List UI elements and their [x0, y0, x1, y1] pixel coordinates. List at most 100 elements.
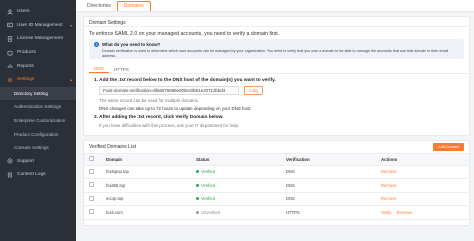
sidebar-subitem-label: Enterprise Customization: [14, 118, 66, 124]
verify-link[interactable]: Verify: [381, 210, 391, 215]
help-note: If you have difficulties with this proce…: [99, 123, 240, 128]
copy-button[interactable]: Copy: [244, 86, 263, 95]
table-row: foxit.com Unverified HTTPS Verify Remove: [84, 205, 469, 220]
domain-cell: foxit.com: [106, 205, 196, 220]
sidebar-subitem-label: Console Settings: [14, 145, 49, 151]
chevron-down-icon: ▾: [69, 22, 72, 28]
remove-link[interactable]: Remove: [396, 210, 412, 215]
table-header-row: Domain Status Verification Actions: [84, 154, 469, 166]
license-icon: [6, 35, 13, 42]
sidebar-item-label: User ID Management: [17, 22, 63, 28]
domain-settings-card: Domain Settings To enforce SAML 2.0 on y…: [83, 16, 470, 136]
tab-domains[interactable]: Domains: [116, 1, 151, 11]
step-two-instruction: 2. After adding the .txt record, click V…: [94, 115, 224, 120]
sidebar-item-products[interactable]: Products: [0, 46, 76, 60]
status-label: Unverified: [201, 209, 220, 215]
verification-cell: HTTPS: [286, 205, 381, 220]
sidebar-item-users[interactable]: Users: [0, 5, 76, 19]
info-header: ? What do you need to know?: [94, 42, 459, 47]
sidebar: Users User ID Management ▾ License Manag…: [0, 0, 76, 241]
status-dot: [196, 197, 199, 201]
sidebar-item-label: Users: [17, 9, 30, 15]
info-box: ? What do you need to know? Domain verif…: [89, 39, 464, 59]
gear-icon: [6, 76, 13, 83]
sidebar-item-settings[interactable]: Settings ▴: [0, 73, 76, 87]
domain-settings-title: Domain Settings: [84, 17, 469, 27]
tab-bar: Directories Domains: [76, 0, 474, 12]
row-checkbox[interactable]: [89, 209, 94, 215]
row-checkbox[interactable]: [89, 195, 94, 201]
sidebar-item-label: Support: [17, 158, 34, 164]
sidebar-subitem-authentication-settings[interactable]: Authentication Settings: [0, 100, 76, 114]
sidebar-item-content-logs[interactable]: Content Logs: [0, 168, 76, 182]
main-content: Directories Domains Domain Settings To e…: [76, 0, 474, 241]
sidebar-item-label: Products: [17, 50, 36, 56]
status-badge: Verified: [196, 183, 215, 188]
row-checkbox[interactable]: [89, 182, 94, 188]
chart-icon: [6, 63, 13, 70]
status-dot: [196, 210, 199, 214]
txt-record-field[interactable]: Foxit-domain-verification=8fa6076699e000…: [99, 86, 239, 95]
tab-directories[interactable]: Directories: [81, 1, 117, 11]
column-status: Status: [196, 154, 286, 166]
id-card-icon: [6, 22, 13, 29]
sidebar-item-support[interactable]: Support: [0, 155, 76, 169]
record-note: The same record can be used for multiple…: [99, 98, 200, 103]
remove-link[interactable]: Remove: [381, 169, 397, 174]
sidebar-item-license-management[interactable]: License Management: [0, 32, 76, 46]
status-badge: Unverified: [196, 210, 220, 215]
sidebar-subitem-label: Product Configuration: [14, 131, 59, 137]
question-icon: ?: [94, 42, 99, 47]
sidebar-subitem-label: Directory Setting: [14, 90, 48, 96]
table-row: ecorp.top Verified DNS Remove: [84, 192, 469, 206]
domain-cell: ecorp.top: [106, 192, 196, 206]
select-all-checkbox[interactable]: [89, 156, 94, 162]
add-domain-button[interactable]: Add Domain: [433, 143, 464, 151]
dns-delay-note: DNS changes can take up to 72 hours to u…: [99, 106, 252, 111]
status-label: Verified: [201, 169, 215, 175]
status-badge: Verified: [196, 196, 215, 201]
column-domain: Domain: [106, 154, 196, 166]
status-dot: [196, 183, 199, 187]
remove-link[interactable]: Remove: [381, 183, 397, 188]
sidebar-item-label: Content Logs: [17, 172, 46, 178]
status-label: Verified: [201, 196, 215, 202]
sidebar-subitem-directory-setting[interactable]: Directory Setting: [0, 86, 76, 101]
column-verification: Verification: [286, 154, 381, 166]
domain-cell: foxit05.top: [106, 178, 196, 193]
step-one-instruction: 1. Add the .txt record below to the DNS …: [94, 78, 276, 83]
verification-cell: DNS: [286, 178, 381, 193]
help-icon: [6, 158, 13, 165]
sidebar-item-reports[interactable]: Reports: [0, 59, 76, 73]
verification-cell: DNS: [286, 165, 381, 179]
sidebar-item-user-id-management[interactable]: User ID Management ▾: [0, 19, 76, 33]
tab-dns[interactable]: DNS: [89, 65, 109, 73]
table-row: foxit05.top Verified DNS Remove: [84, 178, 469, 193]
sidebar-subitem-label: Authentication Settings: [14, 104, 61, 110]
verification-method-tabs: DNS HTTPS: [89, 65, 469, 74]
domain-settings-intro: To enforce SAML 2.0 on your managed acco…: [89, 31, 280, 37]
column-actions: Actions: [381, 154, 469, 166]
box-icon: [6, 49, 13, 56]
sidebar-subitem-product-configuration[interactable]: Product Configuration: [0, 127, 76, 141]
status-dot: [196, 170, 199, 174]
tab-https[interactable]: HTTPS: [109, 65, 134, 73]
table-row: foxitqmp.top Verified DNS Remove: [84, 165, 469, 179]
sidebar-subitem-console-settings[interactable]: Console Settings: [0, 141, 76, 155]
log-icon: [6, 171, 13, 178]
record-row: Foxit-domain-verification=8fa6076699e000…: [99, 86, 469, 95]
row-checkbox[interactable]: [89, 168, 94, 174]
verified-domains-card: Verified Domains List Add Domain Domain …: [83, 140, 470, 226]
verified-domains-table: Domain Status Verification Actions foxit…: [84, 154, 469, 220]
remove-link[interactable]: Remove: [381, 196, 397, 201]
sidebar-subitem-enterprise-customization[interactable]: Enterprise Customization: [0, 114, 76, 128]
domain-cell: foxitqmp.top: [106, 165, 196, 179]
verified-domains-title: Verified Domains List: [89, 144, 136, 150]
status-label: Verified: [201, 182, 215, 188]
info-title: What do you need to know?: [102, 42, 161, 47]
user-icon: [6, 8, 13, 15]
sidebar-item-label: Reports: [17, 63, 34, 69]
sidebar-item-label: License Management: [17, 36, 63, 42]
verification-cell: DNS: [286, 192, 381, 206]
verified-domains-header: Verified Domains List Add Domain: [84, 141, 469, 154]
